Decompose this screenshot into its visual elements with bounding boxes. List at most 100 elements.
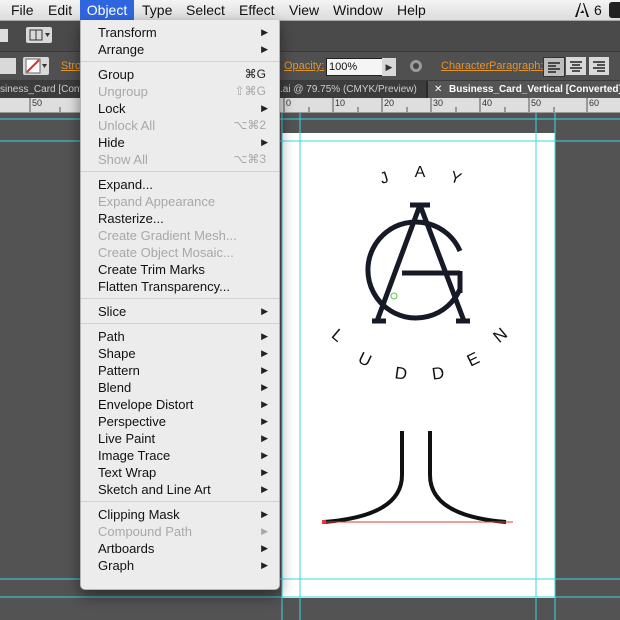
menu-help[interactable]: Help bbox=[397, 0, 426, 20]
menu-separator bbox=[81, 61, 279, 62]
anchor-point bbox=[390, 292, 398, 300]
submenu-arrow-icon: ▶ bbox=[261, 382, 268, 392]
menu-item-sketch-and-line-art[interactable]: Sketch and Line Art ▶ bbox=[81, 481, 279, 498]
menu-item-show-all: Show All ⌥⌘3 bbox=[81, 151, 279, 168]
menu-item-rasterize[interactable]: Rasterize... bbox=[81, 210, 279, 227]
opacity-arrow-icon[interactable]: ▶ bbox=[382, 58, 396, 76]
submenu-arrow-icon: ▶ bbox=[261, 331, 268, 341]
adobe-logo-icon[interactable] bbox=[574, 2, 590, 18]
menu-item-pattern[interactable]: Pattern ▶ bbox=[81, 362, 279, 379]
submenu-arrow-icon: ▶ bbox=[261, 433, 268, 443]
submenu-arrow-icon: ▶ bbox=[261, 348, 268, 358]
menu-view[interactable]: View bbox=[289, 0, 319, 20]
menu-separator bbox=[81, 298, 279, 299]
submenu-arrow-icon: ▶ bbox=[261, 306, 268, 316]
menu-window[interactable]: Window bbox=[333, 0, 383, 20]
close-tab-icon[interactable]: ✕ bbox=[434, 81, 442, 98]
menu-item-label: Compound Path bbox=[98, 524, 192, 539]
menu-item-expand[interactable]: Expand... bbox=[81, 176, 279, 193]
menu-item-path[interactable]: Path ▶ bbox=[81, 328, 279, 345]
menu-item-hide[interactable]: Hide ▶ bbox=[81, 134, 279, 151]
menu-item-shape[interactable]: Shape ▶ bbox=[81, 345, 279, 362]
menu-item-live-paint[interactable]: Live Paint ▶ bbox=[81, 430, 279, 447]
submenu-arrow-icon: ▶ bbox=[261, 467, 268, 477]
menu-item-label: Image Trace bbox=[98, 448, 171, 463]
stroke-label[interactable]: Stro bbox=[61, 60, 81, 72]
menu-item-label: Group bbox=[98, 67, 135, 82]
menu-item-label: Shape bbox=[98, 346, 136, 361]
opacity-input[interactable]: 100% bbox=[326, 58, 384, 76]
menu-item-compound-path: Compound Path ▶ bbox=[81, 523, 279, 540]
menu-item-slice[interactable]: Slice ▶ bbox=[81, 303, 279, 320]
tool-swatch[interactable] bbox=[0, 29, 8, 42]
submenu-arrow-icon: ▶ bbox=[261, 103, 268, 113]
paragraph-link[interactable]: Paragraph: bbox=[489, 60, 543, 72]
align-left-icon[interactable] bbox=[543, 57, 565, 77]
align-right-icon[interactable] bbox=[589, 57, 609, 75]
menu-item-blend[interactable]: Blend ▶ bbox=[81, 379, 279, 396]
menu-item-lock[interactable]: Lock ▶ bbox=[81, 100, 279, 117]
menu-item-shortcut: ⇧⌘G bbox=[234, 84, 266, 98]
selection-anchor bbox=[322, 520, 326, 524]
logo-letter: U bbox=[355, 348, 374, 370]
stroke-swatch[interactable] bbox=[23, 57, 49, 75]
menu-item-graph[interactable]: Graph ▶ bbox=[81, 557, 279, 574]
menu-item-label: Create Gradient Mesh... bbox=[98, 228, 237, 243]
menu-item-create-trim-marks[interactable]: Create Trim Marks bbox=[81, 261, 279, 278]
menu-item-label: Rasterize... bbox=[98, 211, 164, 226]
menu-item-unlock-all: Unlock All ⌥⌘2 bbox=[81, 117, 279, 134]
ruler-label: 30 bbox=[433, 98, 444, 108]
ruler-label: 0 bbox=[286, 98, 292, 108]
menu-edit[interactable]: Edit bbox=[48, 0, 72, 20]
menu-item-label: Live Paint bbox=[98, 431, 156, 446]
logo-letter: N bbox=[490, 324, 512, 346]
fill-dropdown[interactable] bbox=[0, 58, 16, 74]
tab-active-label: Business_Card_Vertical [Converted].a bbox=[449, 84, 620, 95]
submenu-arrow-icon: ▶ bbox=[261, 399, 268, 409]
recolor-icon[interactable] bbox=[409, 59, 423, 73]
submenu-arrow-icon: ▶ bbox=[261, 44, 268, 54]
menu-select[interactable]: Select bbox=[186, 0, 225, 20]
menu-item-flatten-transparency[interactable]: Flatten Transparency... bbox=[81, 278, 279, 295]
business-card-artwork[interactable]: J A Y L U D D E N bbox=[282, 133, 555, 598]
menu-item-group[interactable]: Group ⌘G bbox=[81, 66, 279, 83]
submenu-arrow-icon: ▶ bbox=[261, 137, 268, 147]
menu-item-transform[interactable]: Transform ▶ bbox=[81, 24, 279, 41]
submenu-arrow-icon: ▶ bbox=[261, 365, 268, 375]
app-icon[interactable] bbox=[609, 2, 620, 18]
ruler-label: 60 bbox=[589, 98, 600, 108]
tab-active-document[interactable]: ✕ Business_Card_Vertical [Converted].a bbox=[428, 81, 620, 98]
menu-item-label: Expand... bbox=[98, 177, 153, 192]
menu-item-label: Blend bbox=[98, 380, 132, 395]
layout-button[interactable] bbox=[26, 27, 52, 43]
menu-effect[interactable]: Effect bbox=[239, 0, 275, 20]
tab-document-zoom[interactable]: .ai @ 79.75% (CMYK/Preview) bbox=[280, 81, 426, 98]
character-link[interactable]: Character bbox=[441, 60, 489, 72]
menu-item-envelope-distort[interactable]: Envelope Distort ▶ bbox=[81, 396, 279, 413]
adobe-badge: 6 bbox=[594, 2, 602, 18]
menu-item-arrange[interactable]: Arrange ▶ bbox=[81, 41, 279, 58]
submenu-arrow-icon: ▶ bbox=[261, 416, 268, 426]
menu-item-label: Sketch and Line Art bbox=[98, 482, 211, 497]
logo-letter: L bbox=[328, 325, 347, 346]
menu-item-label: Perspective bbox=[98, 414, 166, 429]
menu-separator bbox=[81, 501, 279, 502]
menu-item-label: Artboards bbox=[98, 541, 155, 556]
menu-item-perspective[interactable]: Perspective ▶ bbox=[81, 413, 279, 430]
tab-business-card[interactable]: siness_Card [Convert bbox=[0, 81, 82, 98]
menu-item-label: Show All bbox=[98, 152, 148, 167]
menu-type[interactable]: Type bbox=[142, 0, 172, 20]
align-center-icon[interactable] bbox=[566, 57, 586, 75]
ruler-label: 10 bbox=[335, 98, 346, 108]
opacity-label[interactable]: Opacity: bbox=[284, 60, 324, 72]
menu-item-clipping-mask[interactable]: Clipping Mask ▶ bbox=[81, 506, 279, 523]
menu-item-text-wrap[interactable]: Text Wrap ▶ bbox=[81, 464, 279, 481]
menu-item-image-trace[interactable]: Image Trace ▶ bbox=[81, 447, 279, 464]
logo-letter: A bbox=[415, 164, 426, 181]
menu-object[interactable]: Object bbox=[80, 0, 134, 20]
menu-file[interactable]: File bbox=[11, 0, 34, 20]
menu-item-label: Slice bbox=[98, 304, 127, 319]
menu-item-artboards[interactable]: Artboards ▶ bbox=[81, 540, 279, 557]
ruler-label: 20 bbox=[384, 98, 395, 108]
menu-item-shortcut: ⌥⌘3 bbox=[233, 152, 266, 166]
